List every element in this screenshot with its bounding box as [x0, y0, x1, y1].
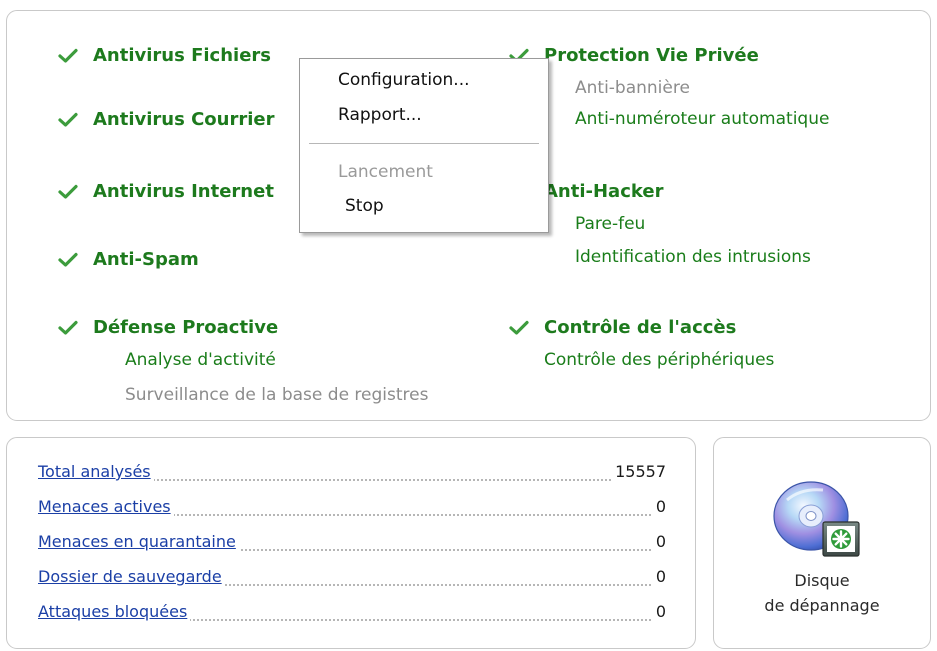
component-title[interactable]: Antivirus Internet: [93, 181, 274, 202]
menu-item-stop[interactable]: Stop: [345, 196, 384, 216]
menu-item-configuration[interactable]: Configuration...: [338, 70, 470, 90]
statistics-panel: Total analysés 15557 Menaces actives 0 M…: [6, 437, 696, 649]
stat-row-dossier-sauvegarde: Dossier de sauvegarde 0: [38, 567, 666, 593]
sub-component-analyse-activite[interactable]: Analyse d'activité: [125, 350, 276, 370]
rescue-disk-label[interactable]: Disque de dépannage: [714, 568, 930, 618]
checkmark-icon: [58, 48, 78, 63]
sub-component-identification-intrusions[interactable]: Identification des intrusions: [575, 247, 811, 267]
stat-value: 0: [652, 532, 666, 551]
component-title[interactable]: Anti-Spam: [93, 249, 199, 270]
component-title[interactable]: Contrôle de l'accès: [544, 317, 736, 338]
stat-link[interactable]: Total analysés: [38, 462, 154, 481]
component-title[interactable]: Antivirus Courrier: [93, 109, 275, 130]
sub-component-controle-peripheriques[interactable]: Contrôle des périphériques: [544, 350, 774, 370]
rescue-disk-panel[interactable]: Disque de dépannage: [713, 437, 931, 649]
stat-row-menaces-quarantaine: Menaces en quarantaine 0: [38, 532, 666, 558]
menu-item-rapport[interactable]: Rapport...: [338, 105, 422, 125]
checkmark-icon: [509, 320, 529, 335]
sub-component-surveillance-registres[interactable]: Surveillance de la base de registres: [125, 385, 428, 405]
sub-component-pare-feu[interactable]: Pare-feu: [575, 214, 645, 234]
sub-component-anti-numeroteur[interactable]: Anti-numéroteur automatique: [575, 109, 829, 129]
stat-link[interactable]: Menaces en quarantaine: [38, 532, 239, 551]
menu-separator: [309, 143, 539, 144]
stat-value: 0: [652, 497, 666, 516]
stat-row-total-analyses: Total analysés 15557: [38, 462, 666, 488]
checkmark-icon: [58, 320, 78, 335]
component-title[interactable]: Anti-Hacker: [544, 181, 663, 202]
stat-row-attaques-bloquees: Attaques bloquées 0: [38, 602, 666, 628]
stat-link[interactable]: Attaques bloquées: [38, 602, 191, 621]
stat-value: 0: [652, 567, 666, 586]
component-title[interactable]: Protection Vie Privée: [544, 45, 759, 66]
checkmark-icon: [58, 184, 78, 199]
stat-link[interactable]: Menaces actives: [38, 497, 174, 516]
stat-link[interactable]: Dossier de sauvegarde: [38, 567, 225, 586]
rescue-disk-icon[interactable]: [771, 472, 871, 572]
menu-item-lancement: Lancement: [338, 162, 433, 182]
sub-component-anti-banniere[interactable]: Anti-bannière: [575, 78, 690, 98]
component-title[interactable]: Antivirus Fichiers: [93, 45, 271, 66]
stat-value: 15557: [612, 462, 666, 481]
stat-value: 0: [652, 602, 666, 621]
component-title[interactable]: Défense Proactive: [93, 317, 278, 338]
context-menu: Configuration... Rapport... Lancement St…: [299, 58, 549, 233]
checkmark-icon: [58, 252, 78, 267]
stat-row-menaces-actives: Menaces actives 0: [38, 497, 666, 523]
checkmark-icon: [58, 112, 78, 127]
